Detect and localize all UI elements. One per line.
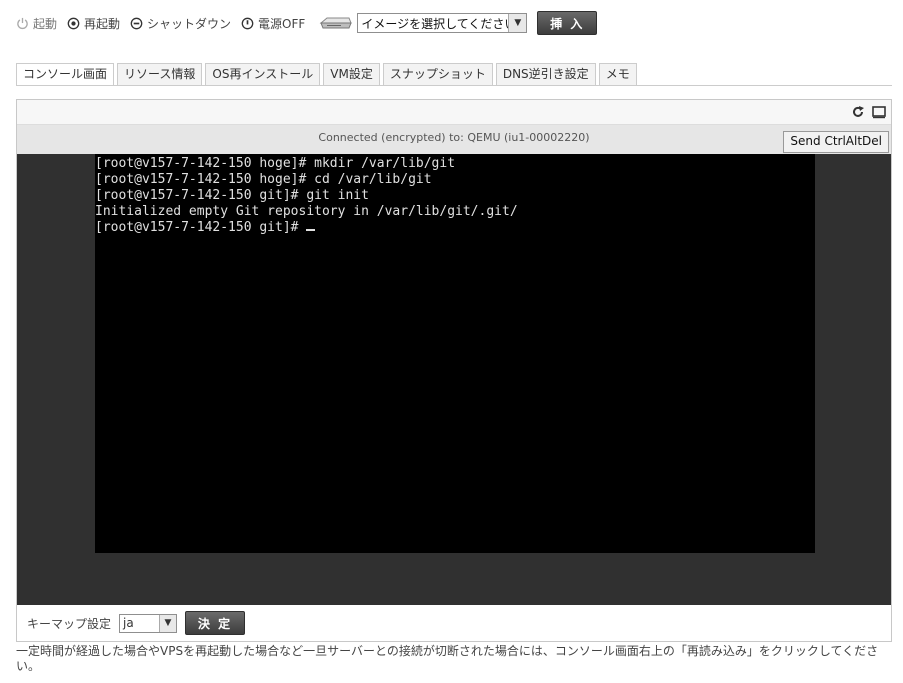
- restart-icon: [67, 17, 80, 29]
- shutdown-label: シャットダウン: [147, 16, 232, 31]
- terminal-line: [root@v157-7-142-150 git]#: [95, 220, 307, 235]
- keymap-label: キーマップ設定: [27, 616, 112, 631]
- chevron-down-icon: ▼: [508, 14, 527, 32]
- tab-os-reinstall[interactable]: OS再インストール: [205, 63, 321, 85]
- decide-button[interactable]: 決 定: [185, 611, 246, 635]
- tab-console[interactable]: コンソール画面: [16, 63, 115, 86]
- tab-resource-info[interactable]: リソース情報: [117, 63, 203, 85]
- terminal-line: [root@v157-7-142-150 hoge]# cd /var/lib/…: [95, 172, 432, 187]
- reload-icon[interactable]: [851, 105, 865, 119]
- restart-control[interactable]: 再起動: [67, 15, 120, 32]
- terminal-output: [root@v157-7-142-150 hoge]# mkdir /var/l…: [95, 154, 815, 236]
- shutdown-icon: [130, 17, 143, 29]
- keymap-select-value: ja: [123, 615, 134, 630]
- fullscreen-icon[interactable]: [872, 105, 886, 119]
- image-select[interactable]: イメージを選択してください ▼: [357, 13, 528, 33]
- terminal-line: [root@v157-7-142-150 hoge]# mkdir /var/l…: [95, 156, 456, 171]
- chevron-down-icon: ▼: [159, 614, 177, 632]
- reconnect-note: 一定時間が経過した場合やVPSを再起動した場合など一旦サーバーとの接続が切断され…: [16, 644, 879, 673]
- insert-button[interactable]: 挿 入: [537, 11, 598, 35]
- terminal-cursor: [306, 229, 316, 231]
- image-select-value: イメージを選択してください: [361, 16, 517, 31]
- vnc-screen[interactable]: [root@v157-7-142-150 hoge]# mkdir /var/l…: [95, 154, 815, 553]
- connection-status: Connected (encrypted) to: QEMU (iu1-0000…: [318, 131, 590, 144]
- console-status-bar: Connected (encrypted) to: QEMU (iu1-0000…: [17, 125, 891, 154]
- tab-bar: コンソール画面 リソース情報 OS再インストール VM設定 スナップショット D…: [16, 63, 640, 86]
- keymap-bar: キーマップ設定 ja ▼ 決 定: [17, 605, 891, 641]
- shutdown-control[interactable]: シャットダウン: [130, 15, 231, 32]
- console-area[interactable]: [root@v157-7-142-150 hoge]# mkdir /var/l…: [17, 154, 891, 605]
- tab-reverse-dns[interactable]: DNS逆引き設定: [495, 63, 596, 85]
- disk-drive-icon: [319, 17, 353, 29]
- poweroff-control[interactable]: 電源OFF: [241, 15, 305, 32]
- tab-vm-settings[interactable]: VM設定: [323, 63, 380, 85]
- restart-label: 再起動: [84, 16, 121, 31]
- console-panel: Connected (encrypted) to: QEMU (iu1-0000…: [16, 99, 892, 642]
- start-control[interactable]: 起動: [16, 15, 57, 32]
- keymap-select[interactable]: ja ▼: [119, 613, 178, 633]
- tab-memo[interactable]: メモ: [598, 63, 637, 85]
- poweroff-label: 電源OFF: [258, 16, 306, 31]
- tab-snapshot[interactable]: スナップショット: [382, 63, 493, 85]
- send-ctrl-alt-del-button[interactable]: Send CtrlAltDel: [783, 131, 889, 153]
- tab-divider: [16, 85, 892, 86]
- terminal-line: Initialized empty Git repository in /var…: [95, 204, 518, 219]
- start-label: 起動: [33, 16, 58, 31]
- power-icon: [17, 17, 28, 29]
- terminal-line: [root@v157-7-142-150 git]# git init: [95, 188, 369, 203]
- poweroff-icon: [241, 17, 254, 29]
- console-toolbar: [17, 100, 891, 125]
- power-controls: 起動 再起動 シャットダウン 電源OFF イメージを選択してください ▼ 挿 入: [16, 10, 598, 36]
